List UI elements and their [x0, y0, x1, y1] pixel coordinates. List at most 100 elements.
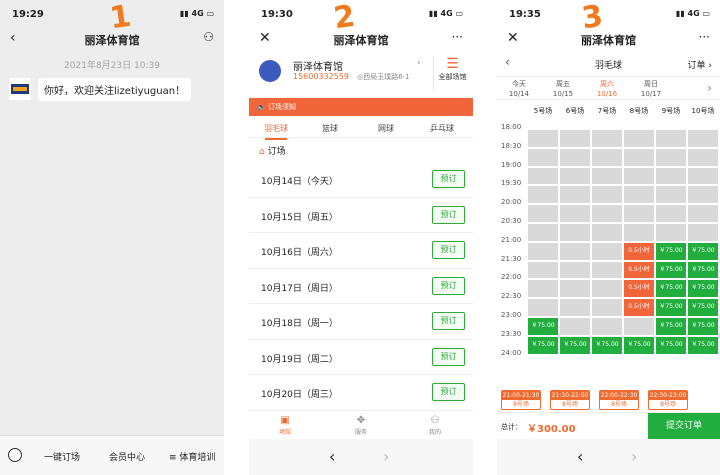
day-tab[interactable]: 周日 10/17 [629, 77, 673, 101]
slot-available[interactable]: ￥75.00 [624, 336, 654, 354]
tabbar-mine[interactable]: ⚇ 我的 [415, 415, 455, 436]
slot-unavailable [656, 205, 686, 222]
grid-icon: ✥ [356, 415, 366, 426]
back-nav-icon[interactable]: ‹ [577, 447, 583, 466]
venue-phone[interactable]: 15600332559 [293, 72, 349, 81]
slot-unavailable [560, 130, 590, 147]
selected-slot-chip[interactable]: 21:30-22:00 8号场 [550, 390, 590, 410]
slot-selected[interactable]: 0.5小时 [624, 299, 654, 316]
slot-unavailable [592, 224, 622, 241]
selected-slot-chip[interactable]: 22:00-22:30 8号场 [599, 390, 639, 410]
annotation-number: 2 [331, 0, 358, 37]
total-amount: ￥300.00 [527, 424, 576, 435]
date-label: 10月14日（今天） [261, 177, 338, 187]
submit-order-button[interactable]: 提交订单 [648, 413, 720, 440]
checkout-bar: 总计： ￥300.00 提交订单 [497, 412, 720, 440]
selected-slot-chip[interactable]: 22:30-23:00 8号场 [648, 390, 688, 410]
slot-available[interactable]: ￥75.00 [688, 261, 718, 279]
annotation-number: 1 [107, 0, 134, 37]
slot-unavailable [624, 318, 654, 335]
profile-icon[interactable]: ⚇ [203, 30, 214, 44]
book-button[interactable]: 预订 [432, 347, 465, 366]
forward-nav-icon[interactable]: › [383, 447, 389, 466]
day-tab[interactable]: 周六 10/16 [585, 77, 629, 101]
book-button[interactable]: 预订 [432, 205, 465, 224]
slot-available[interactable]: ￥75.00 [656, 318, 686, 335]
court-schedule-grid: 5号场 6号场 7号场 8号场 9号场 10号场 18:00 18:30 19:00 19:30 2… [497, 102, 720, 385]
date-label: 10月15日（周五） [261, 212, 338, 223]
tab-badminton[interactable]: 羽毛球 [251, 123, 301, 140]
book-button[interactable]: 预订 [432, 241, 465, 259]
slot-unavailable [624, 130, 654, 147]
slot-available[interactable]: ￥75.00 [656, 261, 686, 279]
tab-table-tennis[interactable]: 乒乓球 [417, 123, 467, 134]
forward-nav-icon[interactable]: › [631, 447, 637, 466]
more-icon[interactable]: ··· [452, 30, 463, 44]
slot-available[interactable]: ￥75.00 [688, 280, 718, 298]
selected-slot-chip[interactable]: 21:00-21:30 8号场 [501, 390, 541, 410]
book-button[interactable]: 预订 [432, 312, 465, 330]
slot-available[interactable]: ￥75.00 [688, 242, 718, 260]
slot-selected[interactable]: 0.5小时 [624, 242, 654, 260]
court-header: 6号场 [565, 107, 585, 115]
tabbar-venue[interactable]: ▣ 场馆 [265, 415, 305, 436]
slot-available[interactable]: ￥75.00 [592, 336, 622, 354]
booking-notice[interactable]: 🔈 订场须知 [249, 98, 473, 116]
more-icon[interactable]: ··· [699, 30, 710, 44]
user-icon: ⚇ [430, 415, 440, 426]
slot-unavailable [560, 167, 590, 185]
slot-unavailable [560, 318, 590, 335]
slot-unavailable [592, 167, 622, 185]
back-nav-icon[interactable]: ‹ [329, 447, 335, 466]
book-button[interactable]: 预订 [432, 276, 465, 295]
total-label: 总计： [501, 423, 522, 431]
avatar[interactable] [9, 78, 31, 100]
slot-unavailable [624, 148, 654, 166]
system-nav: ‹ › [497, 439, 720, 475]
slot-unavailable [592, 299, 622, 316]
venue-header[interactable]: 丽泽体育馆 15600332559 ◎西局玉璞路6-1 › ☰ 全部场馆 [249, 52, 473, 96]
tab-basketball[interactable]: 篮球 [305, 123, 355, 134]
tab-tennis[interactable]: 网球 [361, 123, 411, 134]
status-time: 19:29 [12, 9, 44, 20]
keyboard-icon[interactable] [8, 448, 22, 462]
slot-available[interactable]: ￥75.00 [560, 336, 590, 354]
slot-available[interactable]: ￥75.00 [528, 336, 558, 354]
chevron-right-icon[interactable]: › [707, 81, 712, 95]
signal-icon: ▮▮ 4G ▭ [428, 9, 463, 18]
slot-available[interactable]: ￥75.00 [688, 299, 718, 316]
slot-available[interactable]: ￥75.00 [528, 318, 558, 335]
slot-unavailable [528, 299, 558, 316]
message-date: 2021年8月23日 10:39 [64, 61, 160, 71]
day-tab[interactable]: 今天 10/14 [497, 77, 541, 101]
slot-unavailable [656, 167, 686, 185]
system-nav: ‹ › [249, 439, 473, 475]
book-button[interactable]: 预订 [432, 383, 465, 401]
slot-selected[interactable]: 0.5小时 [624, 280, 654, 298]
menu-book-court[interactable]: 一键订场 [44, 450, 80, 463]
date-label: 10月18日（周一） [261, 319, 338, 329]
day-tab[interactable]: 周五 10/15 [541, 77, 585, 101]
all-venues-button[interactable]: ☰ 全部场馆 [433, 56, 471, 90]
slot-unavailable [688, 148, 718, 166]
slot-unavailable [560, 261, 590, 279]
status-bar: 19:30 ▮▮ 4G ▭ [249, 0, 473, 28]
slot-available[interactable]: ￥75.00 [688, 336, 718, 354]
menu-member-center[interactable]: 会员中心 [109, 450, 145, 463]
sports-tabs: 羽毛球 篮球 网球 乒乓球 [249, 118, 473, 140]
slot-available[interactable]: ￥75.00 [656, 280, 686, 298]
orders-link[interactable]: 订单 › [688, 58, 712, 71]
time-label: 22:00 [501, 273, 522, 282]
slot-available[interactable]: ￥75.00 [688, 318, 718, 335]
signal-icon: ▮▮ 4G ▭ [675, 9, 710, 18]
tabbar-service[interactable]: ✥ 服务 [341, 415, 381, 436]
time-label: 21:30 [501, 254, 522, 263]
date-row: 10月17日（周日） 预订 [249, 269, 473, 304]
venue-screen: 19:30 ▮▮ 4G ▭ ✕ 丽泽体育馆 ··· 丽泽体育馆 15600332… [249, 0, 473, 475]
slot-available[interactable]: ￥75.00 [656, 242, 686, 260]
slot-available[interactable]: ￥75.00 [656, 299, 686, 316]
book-button[interactable]: 预订 [432, 170, 465, 188]
slot-available[interactable]: ￥75.00 [656, 336, 686, 354]
slot-selected[interactable]: 0.5小时 [624, 261, 654, 279]
menu-training[interactable]: ≡ 体育培训 [169, 450, 215, 463]
